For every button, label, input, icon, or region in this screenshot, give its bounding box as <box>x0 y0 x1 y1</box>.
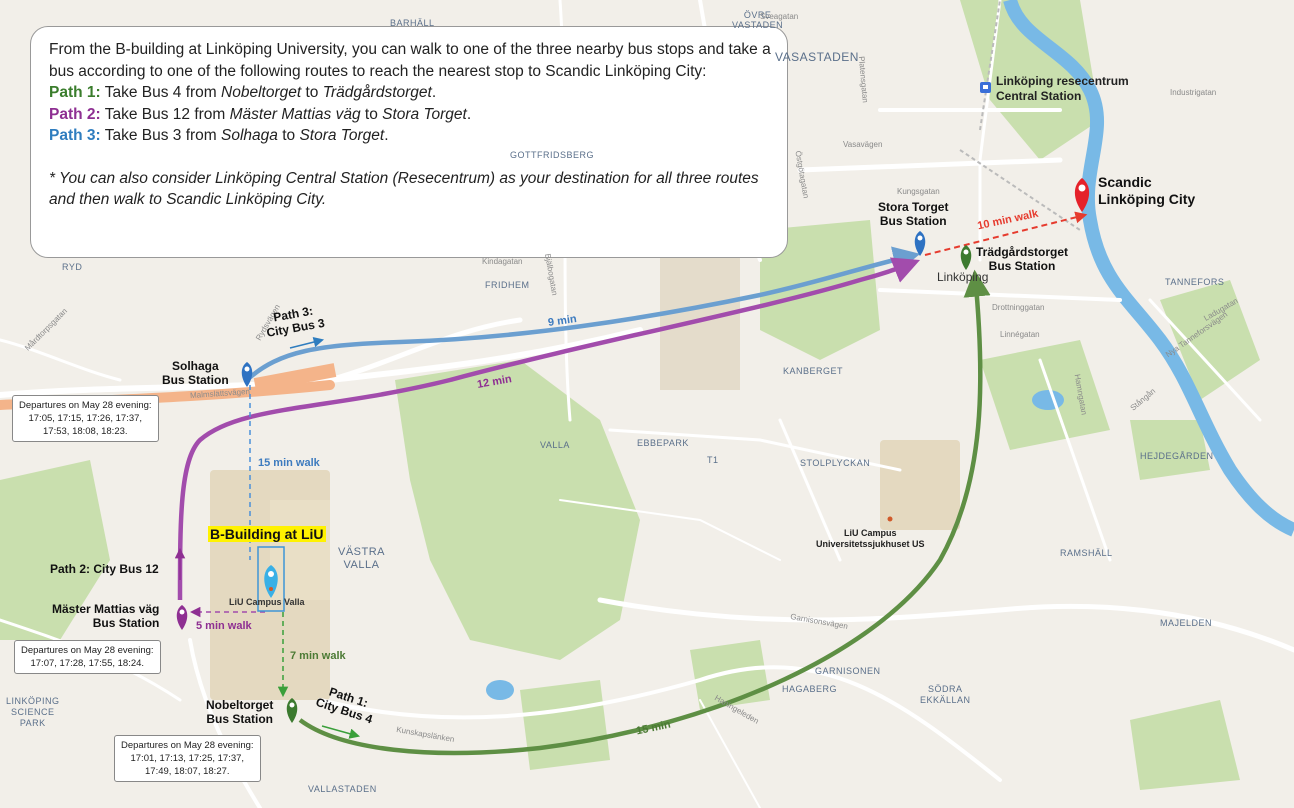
map-canvas[interactable]: From the B-building at Linköping Univers… <box>0 0 1294 808</box>
area-label: VALLA <box>540 440 570 450</box>
linkoping-label: Linköping <box>937 270 989 284</box>
area-label: FRIDHEM <box>485 280 530 290</box>
street-label: Linnégatan <box>1000 330 1040 339</box>
area-label: VÄSTRA VALLA <box>338 546 386 571</box>
area-label: EBBEPARK <box>637 438 689 448</box>
path-1-line: Path 1: Take Bus 4 from Nobeltorget to T… <box>49 84 437 101</box>
hotel-label: Scandic Linköping City <box>1098 174 1196 207</box>
street-label: Drottninggatan <box>992 303 1045 312</box>
campus-us-dot <box>887 516 893 522</box>
campus-us-label: LiU Campus Universitetssjukhuset US <box>816 528 925 549</box>
solhaga-departures: Departures on May 28 evening: 17:05, 17:… <box>12 395 159 442</box>
nobel-walk-time: 7 min walk <box>290 650 346 662</box>
train-station-icon[interactable] <box>980 82 991 93</box>
central-station-label: Linköping resecentrum Central Station <box>996 74 1129 103</box>
nobeltorget-label: Nobeltorget Bus Station <box>206 698 274 726</box>
area-label: BARHÄLL <box>390 18 435 28</box>
mattias-label: Mäster Mattias väg Bus Station <box>52 602 160 630</box>
b-building-label: B-Building at LiU <box>208 526 326 542</box>
info-note: * You can also consider Linköping Centra… <box>49 169 759 209</box>
mattias-departures: Departures on May 28 evening: 17:07, 17:… <box>14 640 161 674</box>
area-label: T1 <box>707 455 719 465</box>
campus-valla-dot <box>269 587 273 591</box>
solhaga-walk-time: 15 min walk <box>258 457 320 469</box>
pond <box>486 680 514 700</box>
area-label: HEJDEGÅRDEN <box>1140 451 1214 461</box>
nobeltorget-departures: Departures on May 28 evening: 17:01, 17:… <box>114 735 261 782</box>
tradgardstorget-label: Trädgårdstorget Bus Station <box>976 245 1069 273</box>
route-info-box: From the B-building at Linköping Univers… <box>30 26 788 258</box>
area-label: VALLASTADEN <box>308 784 377 794</box>
path1-route <box>298 269 991 756</box>
bus-station-pin[interactable] <box>914 231 926 256</box>
area-label: LINKÖPING SCIENCE PARK <box>6 696 60 728</box>
info-intro: From the B-building at Linköping Univers… <box>49 41 771 80</box>
area-label: TANNEFORS <box>1165 277 1225 287</box>
area-label: RAMSHÄLL <box>1060 548 1113 558</box>
street-label: Industrigatan <box>1170 88 1217 97</box>
area-label: GOTTFRIDSBERG <box>510 150 595 160</box>
path-2-line: Path 2: Take Bus 12 from Mäster Mattias … <box>49 105 472 123</box>
area-label: STOLPLYCKAN <box>800 458 871 468</box>
area-label: GARNISONEN <box>815 666 881 676</box>
area-label: SÖDRA EKKÄLLAN <box>920 684 971 705</box>
area-label: VASASTADEN <box>775 50 859 64</box>
stora-torget-label: Stora Torget Bus Station <box>878 200 949 228</box>
bus-station-pin[interactable] <box>176 605 188 630</box>
area-label: HAGABERG <box>782 684 838 694</box>
pond <box>1032 390 1064 410</box>
mattias-walk-time: 5 min walk <box>196 620 252 632</box>
bus-station-pin[interactable] <box>286 698 298 723</box>
street-label: Kindagatan <box>482 257 523 266</box>
solhaga-label: Solhaga Bus Station <box>162 359 229 387</box>
path-3-line: Path 3: Take Bus 3 from Solhaga to Stora… <box>49 127 389 144</box>
street-label: Vasavägen <box>843 140 883 149</box>
path2-label: Path 2: City Bus 12 <box>50 562 159 576</box>
street-label: Sveagatan <box>760 12 799 21</box>
area-label: RYD <box>62 262 83 272</box>
area-label: MAJELDEN <box>1160 618 1213 628</box>
area-label: KANBERGET <box>783 366 844 376</box>
campus-valla-label: LiU Campus Valla <box>229 597 305 607</box>
bus-station-pin[interactable] <box>960 245 972 270</box>
street-label: Kungsgatan <box>897 187 940 196</box>
